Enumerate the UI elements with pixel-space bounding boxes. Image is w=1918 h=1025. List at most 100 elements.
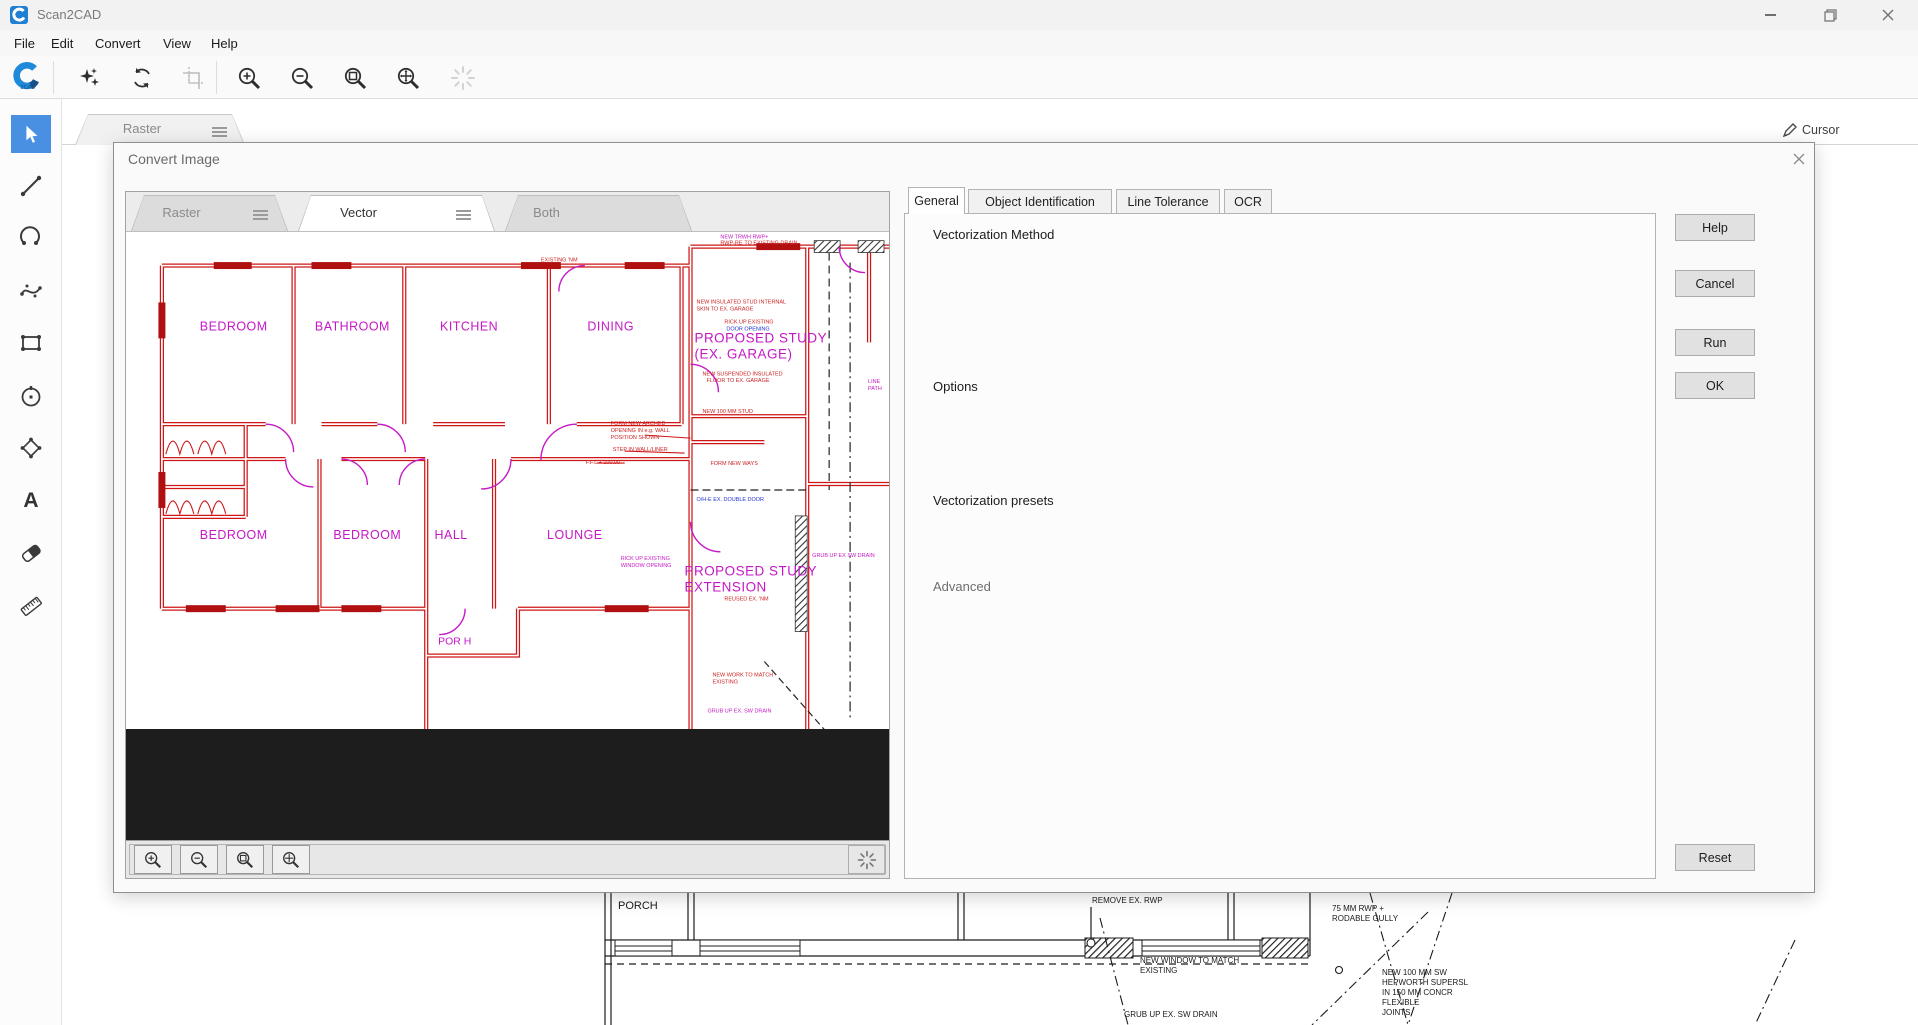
- bg-text: RODABLE GULLY: [1332, 914, 1399, 923]
- menu-bar: File Edit Convert View Help: [0, 30, 1918, 56]
- measure-tool[interactable]: [11, 587, 51, 625]
- plan-annotation: NEW TRWH RWP+: [720, 235, 768, 241]
- zoom-extents-icon[interactable]: [395, 65, 421, 91]
- room-label: BEDROOM: [200, 528, 268, 542]
- tab-menu-icon[interactable]: [253, 210, 268, 222]
- tab-general[interactable]: General: [908, 187, 965, 214]
- run-button[interactable]: Run: [1675, 329, 1755, 356]
- zoom-window-icon[interactable]: [342, 65, 368, 91]
- polygon-tool[interactable]: [11, 429, 51, 467]
- preview-zoom-extents-button[interactable]: [272, 845, 310, 874]
- room-label: KITCHEN: [440, 319, 498, 333]
- tab-label: General: [914, 194, 958, 208]
- room-label: EXTENSION: [685, 580, 767, 595]
- rectangle-icon: [19, 331, 43, 355]
- crop-icon[interactable]: [181, 65, 207, 91]
- app-logo-icon: [10, 6, 28, 24]
- preview-tab-vector[interactable]: Vector: [298, 195, 495, 231]
- plan-annotation: LINE: [868, 379, 881, 385]
- text-tool[interactable]: A: [11, 481, 51, 519]
- plan-annotation: TO EXISTING DRAIN: [744, 241, 797, 247]
- minimize-button[interactable]: [1747, 0, 1793, 30]
- background-raster-drawing: PORCH REMOVE EX. RWP 75 MM RWP + RODABLE…: [0, 893, 1918, 1025]
- room-label: BEDROOM: [200, 319, 268, 333]
- dialog-close-button[interactable]: [1786, 147, 1812, 171]
- options-label: Options: [929, 379, 982, 394]
- help-button[interactable]: Help: [1675, 214, 1755, 241]
- preview-tab-both[interactable]: Both: [505, 195, 692, 231]
- preview-zoom-in-button[interactable]: [134, 845, 172, 874]
- bg-text: REMOVE EX. RWP: [1092, 896, 1163, 905]
- raster-document-tab[interactable]: Raster: [75, 114, 245, 145]
- tab-menu-icon[interactable]: [212, 127, 227, 139]
- close-icon: [1882, 9, 1894, 21]
- rectangle-tool[interactable]: [11, 324, 51, 362]
- tab-ocr[interactable]: OCR: [1224, 189, 1272, 214]
- preview-tab-label: Vector: [260, 205, 457, 220]
- zoom-window-icon: [235, 850, 255, 870]
- bg-text: 75 MM RWP +: [1332, 904, 1384, 913]
- ok-button[interactable]: OK: [1675, 372, 1755, 399]
- cursor-status-label: Cursor: [1802, 123, 1840, 137]
- cleanup-sparkle-icon[interactable]: [77, 65, 103, 91]
- cursor-icon: [20, 123, 42, 145]
- preview-zoom-window-button[interactable]: [226, 845, 264, 874]
- bg-text: GRUB UP EX. SW DRAIN: [1124, 1010, 1218, 1019]
- plan-annotation: SKIN TO EX. GARAGE: [697, 306, 754, 312]
- preview-panel: Raster Vector Both: [125, 191, 890, 879]
- preview-zoom-bar: [126, 840, 889, 878]
- bg-text: FLEXIBLE: [1382, 998, 1419, 1007]
- zoom-in-icon[interactable]: [236, 65, 262, 91]
- menu-file[interactable]: File: [10, 34, 39, 53]
- plan-annotation: F.F.L + 100.00: [586, 460, 620, 466]
- room-label: BEDROOM: [333, 528, 401, 542]
- bezier-icon: [19, 279, 43, 303]
- zoom-out-icon[interactable]: [289, 65, 315, 91]
- eraser-tool[interactable]: [11, 534, 51, 572]
- preview-zoom-out-button[interactable]: [180, 845, 218, 874]
- select-tool[interactable]: [11, 115, 51, 153]
- restore-button[interactable]: [1807, 0, 1853, 30]
- bg-text: NEW WINDOW TO MATCH: [1140, 956, 1239, 965]
- pencil-icon: [1783, 123, 1797, 137]
- tab-object-identification[interactable]: Object Identification: [968, 189, 1112, 214]
- line-tool[interactable]: [11, 167, 51, 205]
- bg-text: JOINTS: [1382, 1008, 1410, 1017]
- advanced-label: Advanced: [929, 579, 995, 594]
- tab-menu-icon[interactable]: [456, 210, 471, 222]
- plan-annotation: WINDOW OPENING: [621, 563, 672, 569]
- close-icon: [1793, 153, 1805, 165]
- room-label: POR H: [438, 637, 471, 648]
- room-label: LOUNGE: [547, 528, 603, 542]
- preview-refresh-button[interactable]: [848, 845, 886, 874]
- toolbar-separator: [216, 61, 217, 94]
- circle-tool[interactable]: [11, 377, 51, 415]
- menu-view[interactable]: View: [159, 34, 195, 53]
- room-label: DINING: [587, 319, 634, 333]
- plan-annotation: O/H-E EX. DOUBLE DOOR: [697, 497, 765, 503]
- bg-text: PORCH: [618, 900, 658, 912]
- bg-text: HEPWORTH SUPERSL: [1382, 978, 1469, 987]
- menu-convert[interactable]: Convert: [91, 34, 145, 53]
- preview-tab-label: Raster: [103, 205, 260, 220]
- preview-tab-raster[interactable]: Raster: [131, 195, 288, 231]
- presets-label: Vectorization presets: [929, 493, 1058, 508]
- plan-annotation: NEW SUSPENDED INSULATED: [702, 371, 782, 377]
- arc-tool[interactable]: [11, 219, 51, 257]
- line-icon: [19, 174, 43, 198]
- restore-icon: [1824, 9, 1837, 22]
- menu-edit[interactable]: Edit: [47, 34, 77, 53]
- convert-image-dialog: Convert Image Raster Vector Both: [113, 142, 1815, 893]
- svg-text:2CAD: 2CAD: [20, 85, 35, 91]
- tab-line-tolerance[interactable]: Line Tolerance: [1116, 189, 1220, 214]
- reset-button[interactable]: Reset: [1675, 844, 1755, 871]
- close-button[interactable]: [1865, 0, 1911, 30]
- rotate-icon[interactable]: [129, 65, 155, 91]
- bezier-tool[interactable]: [11, 272, 51, 310]
- busy-spinner-icon: [450, 65, 476, 91]
- raster-tab-label: Raster: [57, 121, 227, 136]
- zoom-in-icon: [143, 850, 163, 870]
- menu-help[interactable]: Help: [207, 34, 242, 53]
- vector-preview-canvas[interactable]: BEDROOM BATHROOM KITCHEN DINING BEDROOM …: [126, 231, 889, 729]
- cancel-button[interactable]: Cancel: [1675, 270, 1755, 297]
